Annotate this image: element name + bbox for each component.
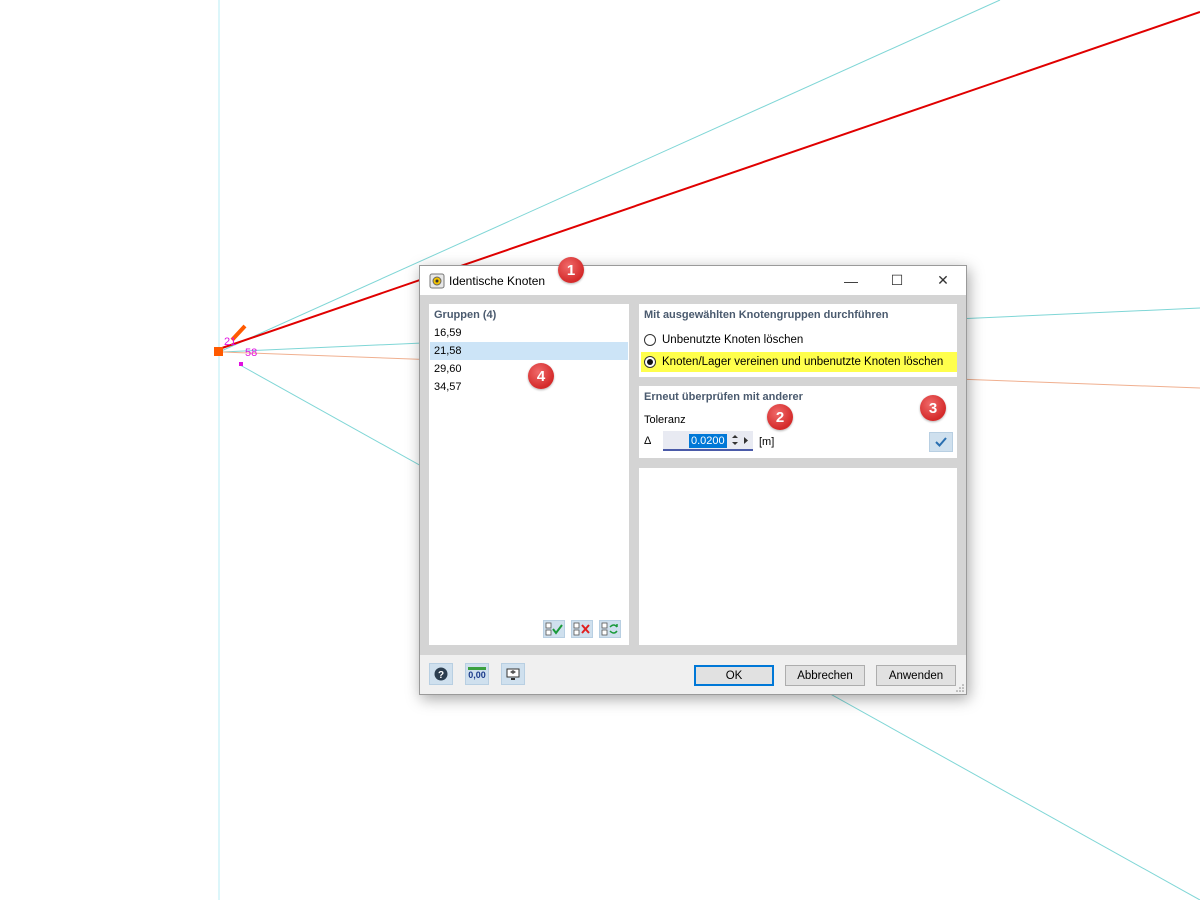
option-delete-unused-label: Unbenutzte Knoten löschen — [662, 334, 804, 346]
tolerance-value[interactable]: 0.0200 — [689, 434, 727, 448]
apply-button[interactable]: Anwenden — [876, 665, 956, 686]
display-settings-button[interactable] — [501, 663, 525, 685]
radio-merge-and-delete[interactable] — [644, 356, 656, 368]
spin-updown-icon[interactable] — [731, 434, 739, 446]
groups-panel: Gruppen (4) 16,59 21,58 29,60 34,57 — [429, 304, 629, 645]
group-item-selected[interactable]: 21,58 — [430, 342, 628, 360]
dialog-title: Identische Knoten — [449, 274, 546, 288]
radio-delete-unused[interactable] — [644, 334, 656, 346]
uncheck-all-icon — [573, 622, 590, 636]
info-panel — [639, 468, 957, 645]
check-all-icon — [545, 622, 563, 636]
option-merge-and-delete-label: Knoten/Lager vereinen und unbenutzte Kno… — [662, 356, 944, 368]
ok-button[interactable]: OK — [694, 665, 774, 686]
action-header: Mit ausgewählten Knotengruppen durchführ… — [644, 309, 889, 321]
identical-nodes-icon — [429, 273, 445, 289]
invert-selection-icon — [601, 622, 618, 636]
check-icon — [935, 437, 947, 447]
spin-right-arrow-icon[interactable] — [743, 436, 749, 445]
tolerance-label: Toleranz — [644, 414, 686, 426]
deselect-all-button[interactable] — [571, 620, 593, 638]
groups-header: Gruppen (4) — [434, 309, 497, 321]
option-delete-unused[interactable]: Unbenutzte Knoten löschen — [644, 330, 803, 350]
tolerance-unit: [m] — [759, 436, 775, 448]
dialog-footer: ? 0,00 OK Abbrechen Anwenden — [420, 655, 966, 694]
maximize-button[interactable]: ☐ — [874, 266, 920, 295]
node-58[interactable] — [239, 362, 243, 366]
recheck-header: Erneut überprüfen mit anderer — [644, 391, 803, 403]
annotation-badge-2: 2 — [767, 404, 793, 430]
dialog-body: Gruppen (4) 16,59 21,58 29,60 34,57 Mit … — [420, 295, 966, 655]
delta-symbol: Δ — [644, 435, 652, 447]
cancel-button[interactable]: Abbrechen — [785, 665, 865, 686]
units-decimals-button[interactable]: 0,00 — [465, 663, 489, 685]
group-item[interactable]: 16,59 — [430, 324, 628, 342]
node-label-21: 21 — [224, 336, 236, 348]
help-button[interactable]: ? — [429, 663, 453, 685]
recheck-panel: Erneut überprüfen mit anderer Toleranz Δ… — [639, 386, 957, 458]
svg-text:?: ? — [438, 670, 444, 681]
monitor-icon — [506, 668, 520, 680]
node-21[interactable] — [214, 347, 223, 356]
tolerance-input[interactable]: 0.0200 — [663, 431, 753, 451]
node-label-58: 58 — [245, 347, 257, 359]
annotation-badge-4: 4 — [528, 363, 554, 389]
invert-selection-button[interactable] — [599, 620, 621, 638]
dialog-titlebar[interactable]: Identische Knoten — ☐ ✕ — [420, 266, 966, 295]
annotation-badge-3: 3 — [920, 395, 946, 421]
units-decimals-icon: 0,00 — [468, 667, 486, 681]
close-button[interactable]: ✕ — [920, 266, 966, 295]
action-panel: Mit ausgewählten Knotengruppen durchführ… — [639, 304, 957, 377]
recheck-button[interactable] — [929, 432, 953, 452]
select-all-button[interactable] — [543, 620, 565, 638]
annotation-badge-1: 1 — [558, 257, 584, 283]
resize-grip-icon[interactable] — [956, 684, 964, 692]
identical-nodes-dialog: Identische Knoten — ☐ ✕ Gruppen (4) 16,5… — [419, 265, 967, 695]
minimize-button[interactable]: — — [828, 266, 874, 295]
help-icon: ? — [434, 667, 448, 681]
option-merge-and-delete[interactable]: Knoten/Lager vereinen und unbenutzte Kno… — [641, 352, 957, 372]
